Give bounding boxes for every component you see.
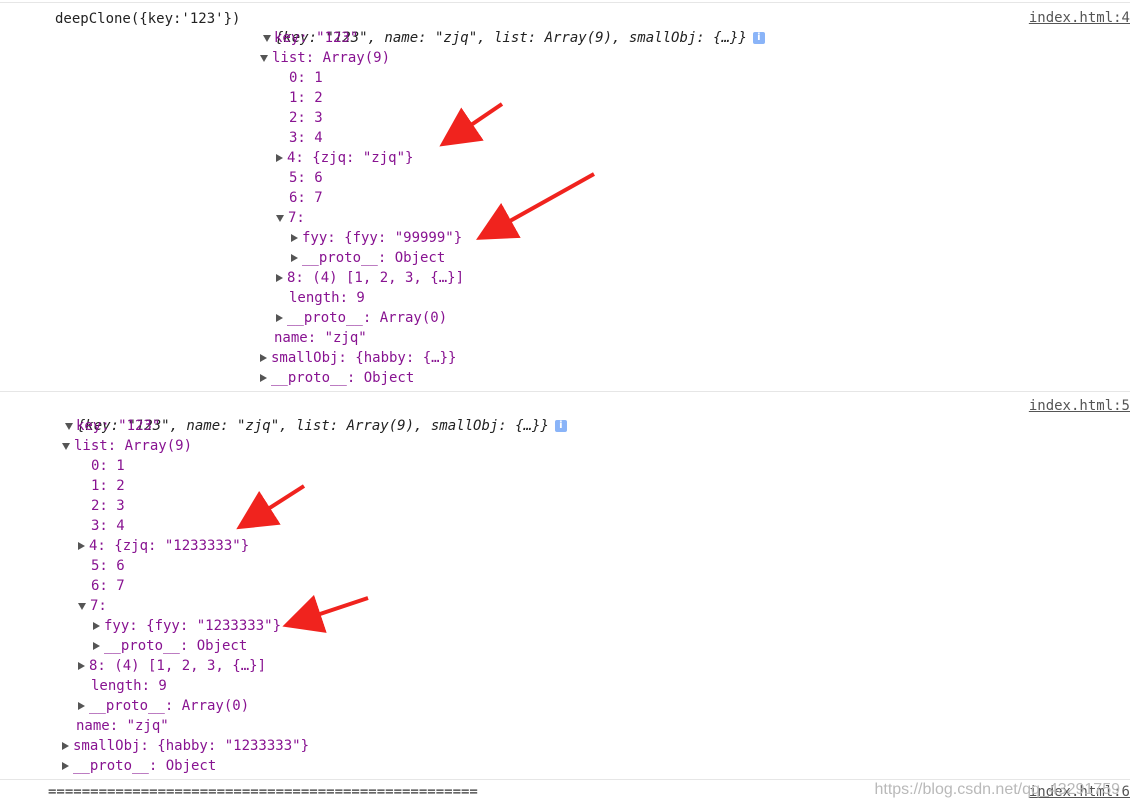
red-arrow <box>282 594 369 633</box>
annotation-arrows <box>236 102 595 633</box>
red-arrow <box>476 172 595 240</box>
red-arrow <box>236 484 306 530</box>
red-arrow <box>439 102 504 147</box>
